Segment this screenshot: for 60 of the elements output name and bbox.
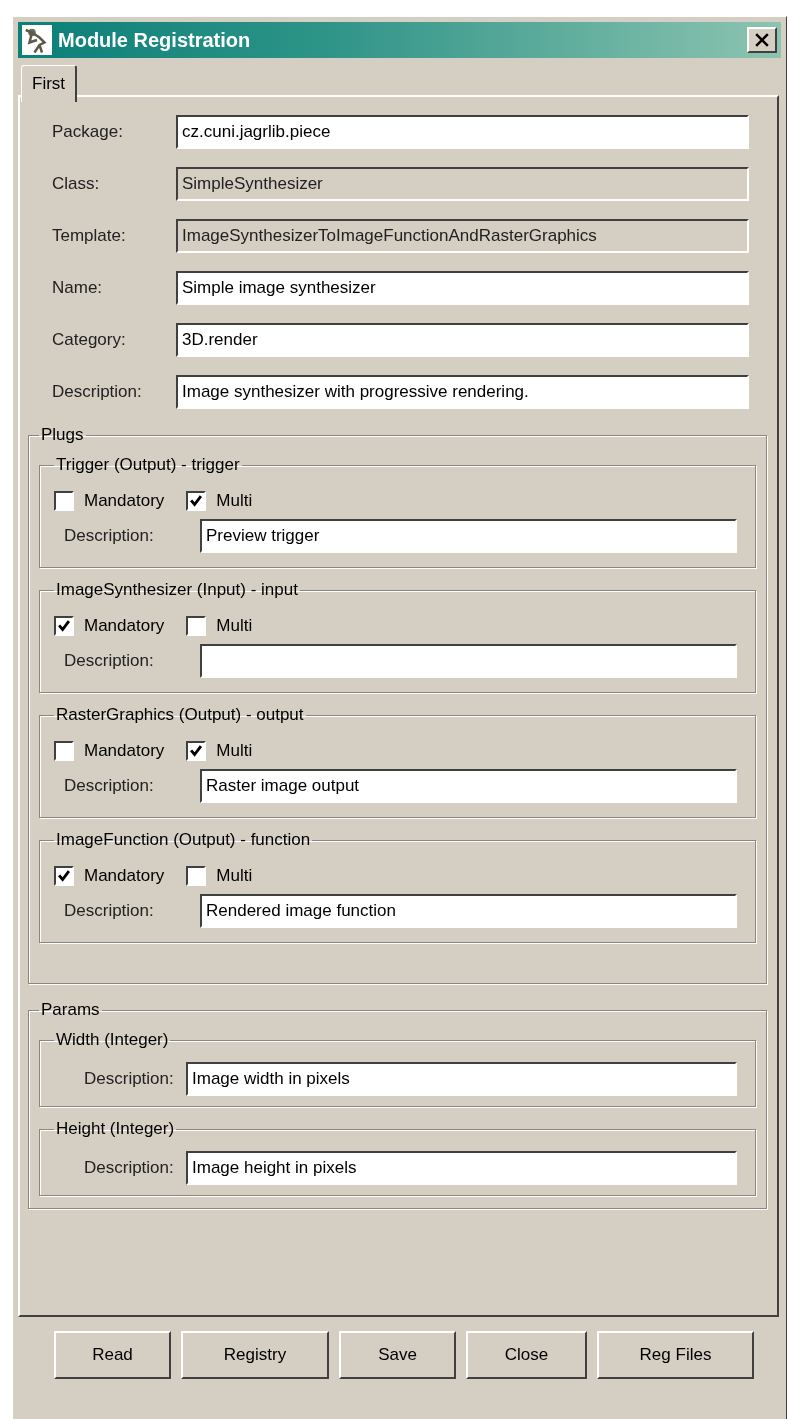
- window-title: Module Registration: [58, 28, 252, 52]
- text-field[interactable]: Image width in pixels: [186, 1062, 737, 1096]
- group-title: Plugs: [40, 425, 85, 445]
- field-label: Description:: [52, 382, 143, 402]
- checkbox-label: Multi: [216, 616, 253, 636]
- tab[interactable]: First: [21, 65, 78, 102]
- text-field[interactable]: [200, 644, 737, 678]
- checkbox-label: Multi: [216, 866, 253, 886]
- text-field[interactable]: 3D.render: [176, 323, 749, 357]
- checkbox[interactable]: [186, 866, 207, 886]
- checkbox-label: Mandatory: [84, 741, 165, 761]
- group-title: Params: [40, 1000, 101, 1020]
- text-field[interactable]: Image height in pixels: [186, 1151, 737, 1185]
- field-label: Description:: [64, 901, 155, 921]
- dialog-button[interactable]: Registry: [181, 1331, 329, 1379]
- checkbox-label: Mandatory: [84, 616, 165, 636]
- close-button[interactable]: [747, 27, 777, 53]
- text-field[interactable]: Preview trigger: [200, 519, 737, 553]
- field-label: Category:: [52, 330, 127, 350]
- checkbox[interactable]: [186, 616, 207, 636]
- checkbox[interactable]: [186, 741, 207, 761]
- text-field[interactable]: Raster image output: [200, 769, 737, 803]
- checkbox[interactable]: [186, 491, 207, 511]
- dialog-button[interactable]: Close: [466, 1331, 587, 1379]
- group-title: Height (Integer): [55, 1119, 176, 1139]
- checkbox-label: Multi: [216, 491, 253, 511]
- checkbox-label: Multi: [216, 741, 253, 761]
- group-title: Trigger (Output) - trigger: [55, 455, 241, 475]
- dialog-button[interactable]: Reg Files: [597, 1331, 754, 1379]
- checkbox-label: Mandatory: [84, 866, 165, 886]
- close-icon: [755, 33, 769, 47]
- text-field[interactable]: cz.cuni.jagrlib.piece: [176, 115, 749, 149]
- field-label: Description:: [64, 651, 155, 671]
- group-title: Width (Integer): [55, 1030, 170, 1050]
- field-label: Name:: [52, 278, 104, 298]
- group-title: ImageSynthesizer (Input) - input: [55, 580, 299, 600]
- check-icon: [189, 494, 204, 508]
- group-title: ImageFunction (Output) - function: [55, 830, 312, 850]
- app-icon: [22, 25, 52, 55]
- field-label: Description:: [64, 526, 155, 546]
- text-field[interactable]: Image synthesizer with progressive rendering.: [176, 375, 749, 409]
- checkbox[interactable]: [54, 616, 74, 636]
- check-icon: [57, 619, 71, 633]
- checkbox[interactable]: [54, 741, 74, 761]
- group-title: RasterGraphics (Output) - output: [55, 705, 305, 725]
- field-label: Template:: [52, 226, 127, 246]
- text-field[interactable]: Rendered image function: [200, 894, 737, 928]
- check-icon: [189, 744, 204, 758]
- check-icon: [57, 869, 71, 883]
- field-label: Description:: [84, 1158, 175, 1178]
- checkbox[interactable]: [54, 866, 74, 886]
- dialog-button[interactable]: Save: [339, 1331, 456, 1379]
- field-label: Description:: [64, 776, 155, 796]
- field-label: Class:: [52, 174, 101, 194]
- checkbox-label: Mandatory: [84, 491, 165, 511]
- dialog-button[interactable]: Read: [54, 1331, 171, 1379]
- field-label: Package:: [52, 122, 124, 142]
- text-field[interactable]: Simple image synthesizer: [176, 271, 749, 305]
- field-label: Description:: [84, 1069, 175, 1089]
- checkbox[interactable]: [54, 491, 74, 511]
